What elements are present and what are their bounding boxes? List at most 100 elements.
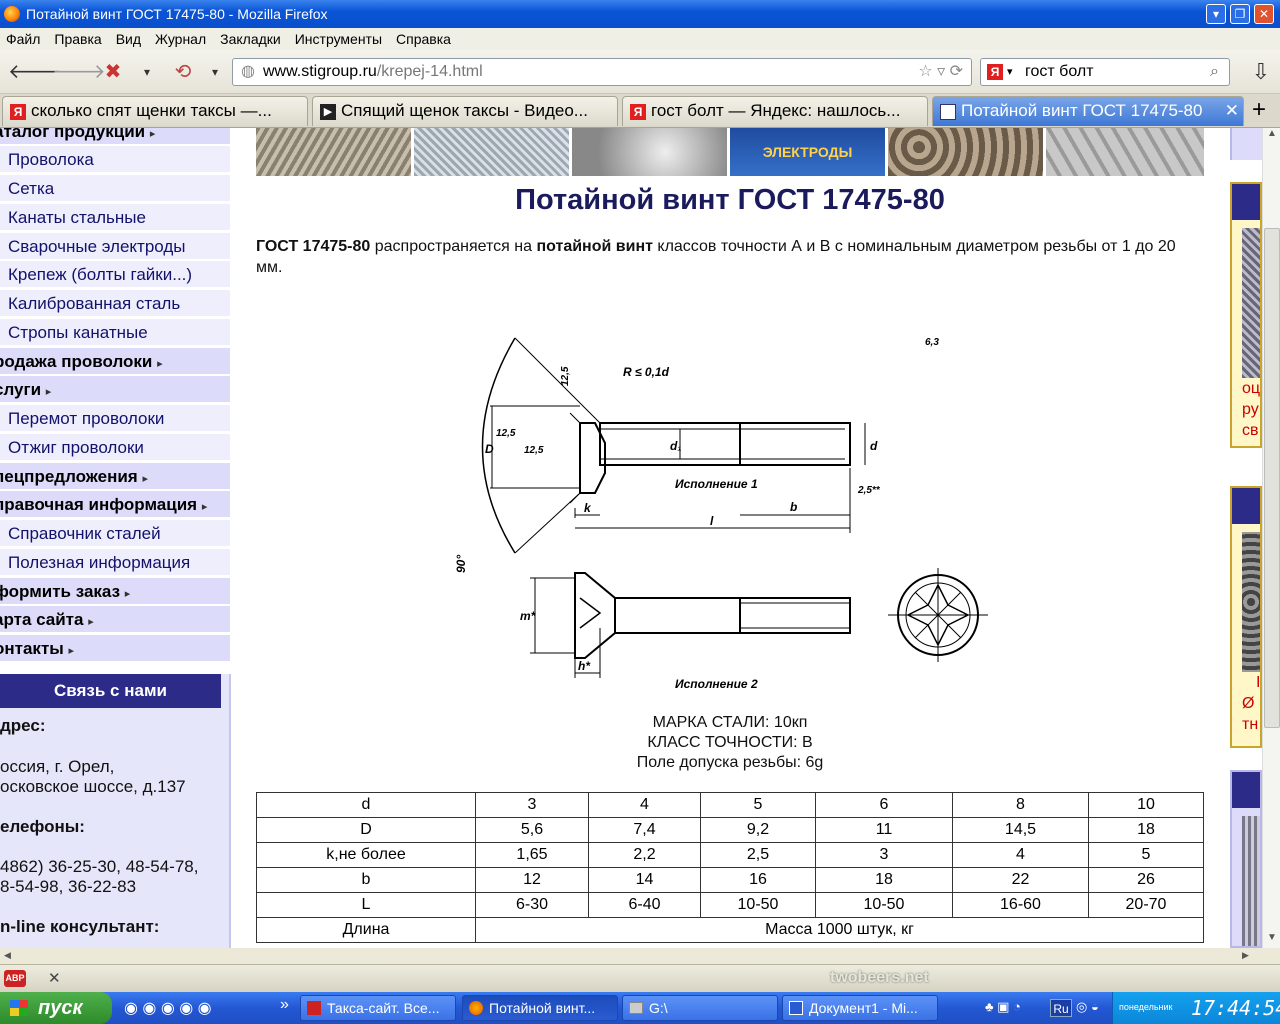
right-ad-2[interactable]: I Ø тн [1230,486,1262,748]
clock: 17:44:54 [1191,996,1280,1020]
sidebar-item-ropes[interactable]: Канаты стальные [0,204,230,231]
quicklaunch-icons[interactable]: ◉ ◉ ◉ ◉ ◉ [124,998,212,1018]
sidebar-item-label: формить заказ [0,582,121,601]
sidebar-item-annealing[interactable]: Отжиг проволоки [0,434,230,461]
menu-view[interactable]: Вид [116,31,141,47]
sidebar-item-catalog[interactable]: аталог продукции ▸ [0,128,230,145]
dropdown-icon-2[interactable]: ▾ [202,60,228,84]
sidebar-item-order[interactable]: формить заказ ▸ [0,578,230,605]
menu-history[interactable]: Журнал [155,31,206,47]
menu-edit[interactable]: Правка [54,31,101,47]
restore-button[interactable]: ❐ [1230,4,1250,24]
video-icon: ▶ [320,104,336,120]
table-row-header: d [256,792,476,818]
bookmark-star-icon[interactable]: ☆ ▿ ⟳ [918,59,963,85]
phones-line-2: 8-54-98, 36-22-83 [0,877,137,896]
forward-button[interactable]: 🡒 [52,60,106,84]
sidebar-item-label: Полезная информация [8,553,191,572]
task-taksa-site[interactable]: Такса-сайт. Все... [300,995,456,1021]
sidebar-item-rewind[interactable]: Перемот проволоки [0,405,230,432]
sidebar-item-wire[interactable]: Проволока [0,146,230,173]
sidebar-item-label: родажа проволоки [0,352,153,371]
angle-label: 90° [454,555,468,573]
sidebar-item-services[interactable]: слуги ▸ [0,376,230,403]
sidebar-item-mesh[interactable]: Сетка [0,175,230,202]
chevron-right-icon: ▸ [88,616,94,628]
sidebar-item-label: Канаты стальные [8,208,146,227]
table-row-header: b [256,867,476,893]
right-ad-1[interactable]: оц ру св [1230,182,1262,448]
sidebar-item-offers[interactable]: пецпредложения ▸ [0,463,230,490]
dropdown-icon[interactable]: ▾ [134,60,160,84]
tab-2[interactable]: ▶ Спящий щенок таксы - Видео... [312,96,618,126]
sidebar-item-reference[interactable]: правочная информация ▸ [0,491,230,518]
table-cell: 11 [815,817,953,843]
task-word[interactable]: Документ1 - Mi... [782,995,938,1021]
tab-close-icon[interactable]: ✕ [1225,97,1239,125]
right-ad-3[interactable] [1230,770,1262,948]
menu-bookmarks[interactable]: Закладки [220,31,281,47]
vertical-scrollbar[interactable]: ▲ ▼ [1262,128,1280,948]
table-cell: 26 [1088,867,1204,893]
tab-bar: Я сколько спят щенки таксы —... ▶ Спящий… [0,94,1280,128]
task-firefox[interactable]: Потайной винт... [462,995,618,1021]
close-button[interactable]: ✕ [1254,4,1274,24]
download-icon[interactable]: ⇩ [1248,60,1274,84]
task-explorer[interactable]: G:\ [622,995,778,1021]
sidebar-item-fasteners[interactable]: Крепеж (болты гайки...) [0,261,230,288]
language-indicator[interactable]: Ru [1050,999,1072,1017]
tab-1[interactable]: Я сколько спят щенки таксы —... [2,96,308,126]
reload-icon[interactable]: ⟲ [170,60,196,84]
table-cell: 4 [588,792,701,818]
url-input[interactable]: ◍ www.stigroup.ru/krepej-14.html ☆ ▿ ⟳ [232,58,972,86]
dim-b: b [790,500,797,514]
horizontal-scrollbar[interactable]: ◀ ▶ [0,948,1280,964]
scroll-up-arrow-icon[interactable]: ▲ [1264,128,1280,144]
right-ad-text-6: тн [1242,716,1259,733]
table-cell: 3 [815,842,953,868]
twobeers-logo: twobeers.net [830,969,929,986]
tray-icons-2[interactable]: ◎ ◒ [1076,999,1099,1015]
menu-file[interactable]: Файл [6,31,40,47]
roughness-12-5-a: 12,5 [496,428,516,439]
close-addon-bar-icon[interactable]: ✕ [48,969,61,987]
sidebar-item-label: онтакты [0,639,64,658]
sidebar-item-wire-sale[interactable]: родажа проволоки ▸ [0,348,230,375]
table-row-header: L [256,892,476,918]
sidebar-item-label: Отжиг проволоки [8,438,144,457]
adblock-icon[interactable]: ABP [4,970,26,987]
quicklaunch-more[interactable]: » [280,996,289,1014]
contact-heading: Связь с нами [0,674,221,708]
tab-3[interactable]: Я гост болт — Яндекс: нашлось... [622,96,928,126]
scroll-thumb[interactable] [1264,228,1280,728]
search-engine-dropdown-icon[interactable]: ▾ [1007,59,1013,85]
sidebar-item-steel-handbook[interactable]: Справочник сталей [0,520,230,547]
scroll-right-arrow-icon[interactable]: ▶ [1242,950,1249,961]
scroll-left-arrow-icon[interactable]: ◀ [4,950,11,961]
scroll-down-arrow-icon[interactable]: ▼ [1264,932,1280,948]
search-icon[interactable]: ⌕ [1210,59,1219,85]
table-row-header: k,не более [256,842,476,868]
new-tab-button[interactable]: + [1252,96,1266,124]
sidebar-item-calibrated-steel[interactable]: Калиброванная сталь [0,290,230,317]
sidebar-item-sitemap[interactable]: арта сайта ▸ [0,606,230,633]
sidebar-item-useful-info[interactable]: Полезная информация [0,549,230,576]
start-button[interactable]: пуск [0,992,112,1024]
sidebar-item-electrodes[interactable]: Сварочные электроды [0,233,230,260]
minimize-button[interactable]: ▾ [1206,4,1226,24]
stop-icon[interactable]: ✖ [100,60,126,84]
table-cell: 4 [952,842,1089,868]
sidebar-item-label: Сетка [8,179,55,198]
dim-l: l [710,514,714,528]
menu-tools[interactable]: Инструменты [295,31,382,47]
menu-help[interactable]: Справка [396,31,451,47]
sidebar-item-contacts[interactable]: онтакты ▸ [0,635,230,662]
tab-label: сколько спят щенки таксы —... [31,101,272,120]
tray-icons[interactable]: ♣ ▣ ◔ [985,999,1021,1015]
right-ad-image [1242,228,1260,378]
mass-length-label: Длина [256,917,476,943]
tab-4-active[interactable]: Потайной винт ГОСТ 17475-80 ✕ [932,96,1244,126]
sidebar-item-slings[interactable]: Стропы канатные [0,319,230,346]
back-button[interactable]: 🡐 [8,60,62,84]
search-input[interactable]: Я ▾ гост болт ⌕ [980,58,1230,86]
